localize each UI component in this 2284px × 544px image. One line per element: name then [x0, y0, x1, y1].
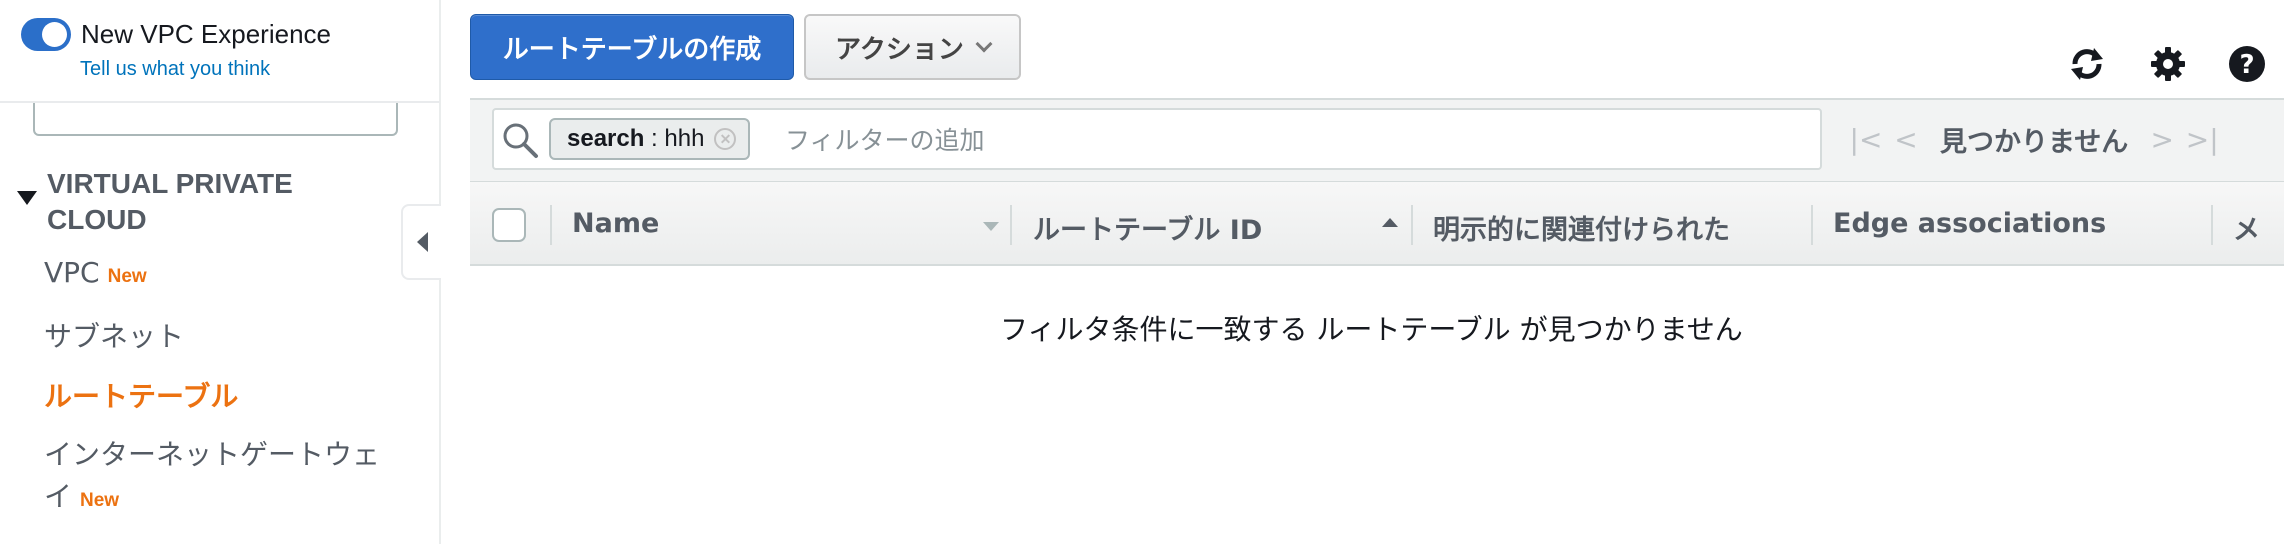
sidebar-filter-input[interactable]: [33, 103, 398, 136]
create-route-table-button[interactable]: ルートテーブルの作成: [470, 14, 794, 80]
filter-token[interactable]: search : hhh ✕: [549, 118, 751, 160]
sidebar-item-route-tables[interactable]: ルートテーブル: [44, 375, 238, 415]
settings-button[interactable]: [2148, 44, 2188, 84]
filter-token-key: search: [567, 125, 645, 152]
sidebar-item-label: VPC: [44, 256, 100, 289]
toggle-label: New VPC Experience: [81, 19, 331, 49]
next-page-icon[interactable]: >: [2142, 123, 2182, 156]
refresh-icon: [2071, 48, 2103, 80]
filter-placeholder: フィルターの追加: [785, 126, 985, 155]
column-divider: [1010, 205, 1012, 245]
sort-down-icon[interactable]: [983, 222, 999, 231]
column-header-main[interactable]: メ: [2233, 208, 2260, 247]
sidebar-item-label: サブネット: [44, 320, 185, 353]
sidebar-item-internet-gateways[interactable]: インターネットゲートウェイ New: [44, 434, 404, 522]
last-page-icon[interactable]: >|: [2182, 123, 2222, 156]
empty-table-message: フィルタ条件に一致する ルートテーブル が見つかりません: [1000, 313, 1743, 346]
column-divider: [550, 205, 552, 245]
first-page-icon[interactable]: |<: [1846, 123, 1886, 156]
sidebar-item-label: ルートテーブル: [44, 380, 239, 413]
new-badge: New: [107, 266, 147, 287]
column-header-name[interactable]: Name: [572, 208, 659, 239]
refresh-button[interactable]: [2067, 44, 2107, 84]
pager-status: 見つかりません: [1940, 126, 2129, 158]
caret-down-icon: [17, 191, 37, 205]
gear-icon: [2151, 47, 2185, 81]
sort-up-icon[interactable]: [1382, 218, 1398, 227]
help-button[interactable]: ?: [2227, 44, 2267, 84]
new-badge: New: [80, 490, 120, 511]
sidebar-item-vpc[interactable]: VPC New: [44, 256, 147, 289]
new-vpc-experience-toggle[interactable]: [21, 18, 71, 51]
new-vpc-experience-toggle-row: New VPC Experience: [21, 18, 331, 51]
search-icon: [503, 123, 538, 158]
actions-dropdown-button[interactable]: アクション: [804, 14, 1021, 80]
column-header-route-table-id[interactable]: ルートテーブル ID: [1033, 208, 1262, 247]
remove-token-icon[interactable]: ✕: [714, 128, 737, 150]
select-all-checkbox[interactable]: [492, 208, 526, 242]
column-header-explicit-associations[interactable]: 明示的に関連付けられた: [1433, 208, 1730, 247]
column-header-edge-associations[interactable]: Edge associations: [1833, 208, 2106, 239]
column-divider: [2211, 205, 2213, 245]
section-title: VIRTUAL PRIVATE CLOUD: [47, 168, 293, 235]
pagination: |< < 見つかりません > >|: [1846, 118, 2222, 160]
svg-text:?: ?: [2239, 50, 2254, 80]
prev-page-icon[interactable]: <: [1886, 123, 1926, 156]
filter-token-value: hhh: [664, 125, 705, 152]
sidebar-item-subnets[interactable]: サブネット: [44, 315, 184, 355]
toggle-knob: [42, 22, 67, 47]
section-header-vpc[interactable]: VIRTUAL PRIVATE CLOUD: [17, 166, 367, 238]
column-divider: [1411, 205, 1413, 245]
sidebar-collapse-button[interactable]: [401, 204, 441, 280]
help-icon: ?: [2229, 46, 2265, 82]
column-divider: [1811, 205, 1813, 245]
caret-left-icon: [416, 232, 428, 252]
actions-label: アクション: [835, 34, 964, 65]
feedback-link[interactable]: Tell us what you think: [80, 58, 270, 81]
chevron-down-icon: [975, 35, 993, 53]
sidebar: New VPC Experience Tell us what you thin…: [0, 0, 441, 544]
